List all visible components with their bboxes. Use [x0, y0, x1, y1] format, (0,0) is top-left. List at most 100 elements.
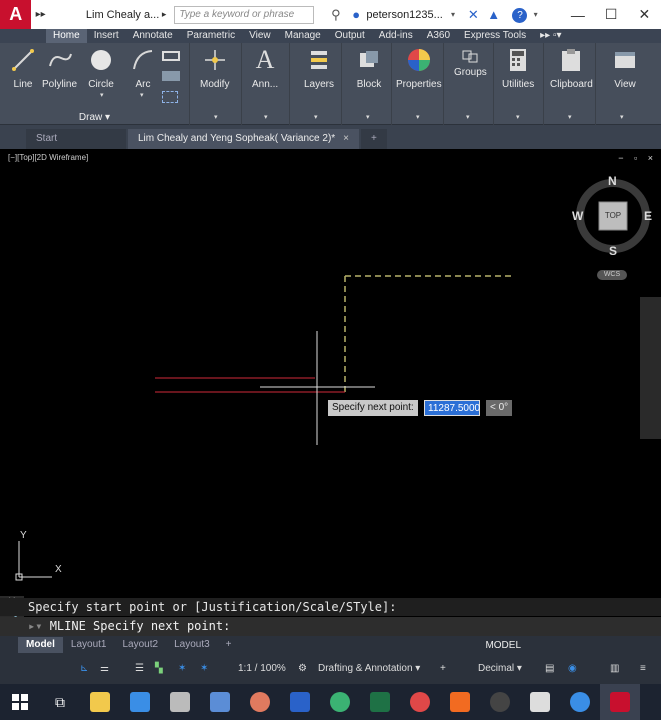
rectangle-tool-icon[interactable]	[162, 51, 180, 61]
draw-panel-label[interactable]: Draw ▾	[0, 112, 189, 123]
add-layout-button[interactable]: +	[218, 637, 240, 653]
tab-a360[interactable]: A360	[420, 29, 457, 43]
tab-view[interactable]: View	[242, 29, 278, 43]
tab-layout3[interactable]: Layout3	[166, 637, 218, 653]
store-icon[interactable]	[120, 684, 160, 720]
workspace-switcher[interactable]: Drafting & Annotation ▾	[318, 660, 420, 678]
photos-icon[interactable]	[280, 684, 320, 720]
view-button[interactable]: View	[612, 47, 638, 90]
tab-output[interactable]: Output	[328, 29, 372, 43]
navigation-bar[interactable]	[640, 297, 661, 439]
snap-icon[interactable]: ⊾	[80, 660, 88, 678]
tab-insert[interactable]: Insert	[87, 29, 126, 43]
hardware-acceleration-icon[interactable]: ▥	[610, 660, 619, 678]
settings-app-icon[interactable]	[160, 684, 200, 720]
annotation-visibility-icon[interactable]: ✶	[178, 660, 186, 678]
binoculars-icon[interactable]: ⚲	[326, 7, 346, 23]
wechat-icon[interactable]	[320, 684, 360, 720]
lineweight-icon[interactable]: ☰	[135, 660, 144, 678]
groups-dropdown-icon[interactable]: ▾	[466, 113, 470, 121]
autocad-active-icon[interactable]	[600, 684, 640, 720]
block-dropdown-icon[interactable]: ▾	[366, 113, 370, 121]
layers-dropdown-icon[interactable]: ▾	[314, 113, 318, 121]
title-expand-icon[interactable]: ▸	[162, 9, 167, 20]
modify-dropdown-icon[interactable]: ▾	[214, 113, 218, 121]
search-input[interactable]: Type a keyword or phrase	[174, 5, 314, 24]
user-dropdown-icon[interactable]: ▾	[443, 10, 463, 19]
modify-button[interactable]: Modify	[200, 47, 229, 90]
isodraft-icon[interactable]: ⚌	[100, 660, 109, 678]
file-explorer-icon[interactable]	[80, 684, 120, 720]
tab-annotate[interactable]: Annotate	[126, 29, 180, 43]
brave-icon[interactable]	[440, 684, 480, 720]
viewcube-top-face[interactable]: TOP	[600, 211, 626, 220]
ribbon-overflow-icon[interactable]: ▸▸ ▫▾	[533, 29, 568, 43]
dynamic-input-distance[interactable]: 11287.5000	[424, 400, 480, 416]
wcs-menu[interactable]: WCS	[597, 270, 627, 280]
tab-drawing[interactable]: Lim Chealy and Yeng Sopheak( Variance 2)…	[128, 129, 360, 149]
tab-layout1[interactable]: Layout1	[63, 637, 115, 653]
groups-button[interactable]: Groups	[454, 47, 487, 78]
autocad-logo-icon[interactable]: A	[0, 0, 32, 29]
windows-start-icon[interactable]	[0, 684, 40, 720]
paint-icon[interactable]	[240, 684, 280, 720]
block-button[interactable]: Block	[356, 47, 382, 90]
plus-icon[interactable]: +	[440, 660, 446, 678]
clipboard-button[interactable]: Clipboard	[550, 47, 593, 90]
customization-icon[interactable]: ≡	[640, 660, 646, 678]
close-window-icon[interactable]: ✕	[628, 6, 661, 23]
tab-model[interactable]: Model	[18, 637, 63, 653]
tab-parametric[interactable]: Parametric	[180, 29, 242, 43]
close-tab-icon[interactable]: ×	[343, 133, 349, 144]
boundary-tool-icon[interactable]	[162, 91, 178, 103]
properties-button[interactable]: Properties	[396, 47, 442, 90]
tab-manage[interactable]: Manage	[278, 29, 328, 43]
minimize-icon[interactable]: —	[561, 7, 594, 23]
model-space-button[interactable]: MODEL	[485, 640, 521, 651]
selection-cycling-icon[interactable]: ▚	[155, 660, 163, 678]
annotation-dropdown-icon[interactable]: ▾	[264, 113, 268, 121]
capcut-icon[interactable]	[520, 684, 560, 720]
viewcube-south[interactable]: S	[609, 244, 617, 258]
annotation-scale[interactable]: 1:1 / 100%	[238, 660, 286, 678]
user-icon[interactable]: ●	[346, 7, 366, 22]
help-dropdown-icon[interactable]: ▾	[530, 10, 541, 19]
tab-home[interactable]: Home	[46, 29, 87, 43]
hatch-tool-icon[interactable]	[162, 71, 180, 81]
new-tab-button[interactable]: +	[361, 129, 387, 149]
maximize-icon[interactable]: ☐	[595, 6, 628, 23]
view-dropdown-icon[interactable]: ▾	[620, 113, 624, 121]
annotation-button[interactable]: A Ann...	[252, 45, 278, 90]
circle-dropdown-icon[interactable]: ▾	[100, 91, 104, 99]
viewcube-west[interactable]: W	[572, 209, 583, 223]
properties-dropdown-icon[interactable]: ▾	[416, 113, 420, 121]
autocad-taskbar-icon[interactable]	[200, 684, 240, 720]
exchange-apps-icon[interactable]: ✕	[463, 7, 483, 23]
tab-start[interactable]: Start	[26, 129, 126, 149]
quick-access-more-icon[interactable]: ▸▸	[31, 9, 49, 20]
circle-button[interactable]: Circle	[88, 47, 114, 90]
chrome-icon[interactable]	[400, 684, 440, 720]
excel-icon[interactable]	[360, 684, 400, 720]
dynamic-input-angle[interactable]: < 0°	[486, 400, 513, 416]
viewcube-east[interactable]: E	[644, 209, 652, 223]
autoscale-icon[interactable]: ✶	[200, 660, 208, 678]
clipboard-dropdown-icon[interactable]: ▾	[568, 113, 572, 121]
workspace-gear-icon[interactable]: ⚙	[298, 660, 307, 678]
units-dropdown[interactable]: Decimal ▾	[478, 660, 522, 678]
user-name[interactable]: peterson1235...	[366, 9, 442, 21]
isolate-objects-icon[interactable]: ◉	[568, 660, 577, 678]
obs-icon[interactable]	[480, 684, 520, 720]
viewcube-north[interactable]: N	[608, 174, 617, 188]
utilities-dropdown-icon[interactable]: ▾	[516, 113, 520, 121]
help-icon[interactable]: ?	[510, 6, 530, 23]
tab-layout2[interactable]: Layout2	[114, 637, 166, 653]
polyline-button[interactable]: Polyline	[42, 47, 77, 90]
layers-button[interactable]: Layers	[304, 47, 334, 90]
zoom-icon[interactable]	[560, 684, 600, 720]
tab-add-ins[interactable]: Add-ins	[372, 29, 420, 43]
line-button[interactable]: Line	[10, 47, 36, 90]
drawing-canvas[interactable]: [−][Top][2D Wireframe] − ▫ × N S E W TOP…	[0, 149, 661, 591]
tab-express-tools[interactable]: Express Tools	[457, 29, 533, 43]
command-input[interactable]: ▸▾ MLINE Specify next point:	[0, 617, 661, 636]
